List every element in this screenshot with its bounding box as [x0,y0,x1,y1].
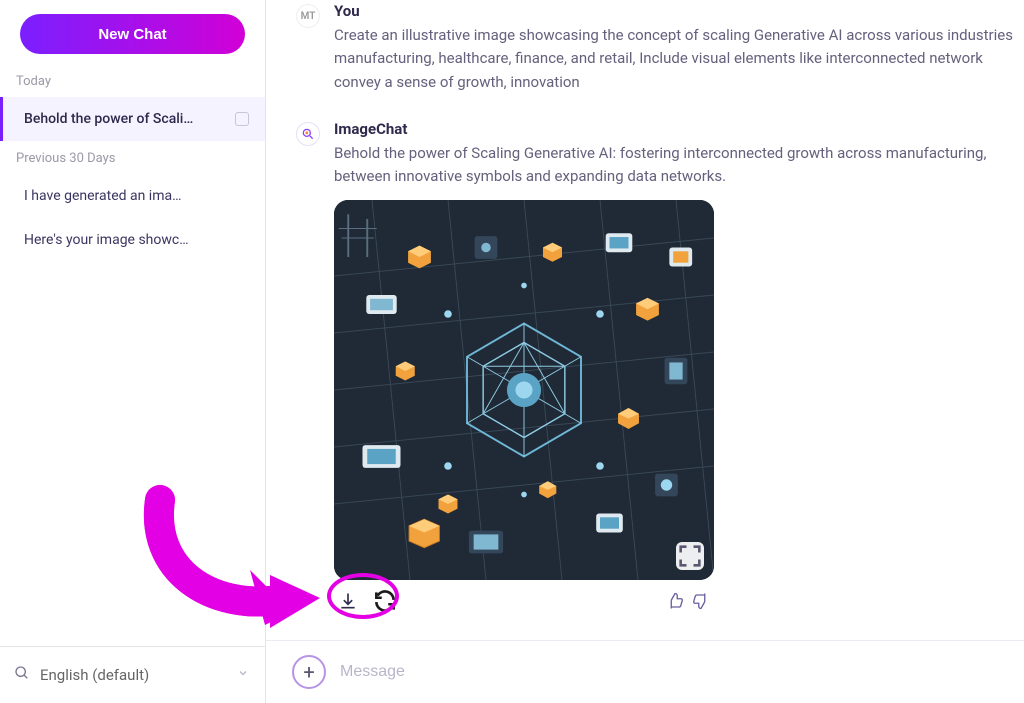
message-input[interactable] [340,663,1004,681]
sidebar-item-active[interactable]: Behold the power of Scali… [0,97,265,141]
expand-icon [676,542,704,570]
message-bot: ImageChat Behold the power of Scaling Ge… [266,118,1024,625]
message-text: Behold the power of Scaling Generative A… [334,142,1024,189]
sidebar-item-label: Here's your image showc… [24,232,189,248]
sidebar-item-label: Behold the power of Scali… [24,111,193,127]
message-text: Create an illustrative image showcasing … [334,24,1024,94]
language-label: English (default) [40,666,149,684]
generated-image-content [334,200,714,580]
image-actions [334,580,714,614]
add-attachment-button[interactable]: + [292,655,326,689]
expand-image-button[interactable] [676,542,704,570]
thumbs-down-button[interactable] [692,592,710,610]
new-chat-button[interactable]: New Chat [20,14,245,54]
sidebar: New Chat Today Behold the power of Scali… [0,0,266,703]
sidebar-item-label: I have generated an ima… [24,188,181,204]
search-icon [14,665,30,685]
message-sender-name: You [334,2,1024,20]
avatar: MT [296,4,320,28]
sidebar-item[interactable]: Here's your image showc… [0,218,265,262]
message-user: MT You Create an illustrative image show… [266,0,1024,104]
section-label-previous: Previous 30 Days [0,141,265,174]
section-label-today: Today [0,64,265,97]
message-list: MT You Create an illustrative image show… [266,0,1024,640]
plus-icon: + [303,660,314,684]
download-button[interactable] [338,591,358,611]
avatar [296,122,320,146]
checkbox-icon[interactable] [235,112,249,126]
main-content: MT You Create an illustrative image show… [266,0,1024,703]
thumbs-up-button[interactable] [666,592,684,610]
regenerate-icon [372,588,398,614]
sidebar-item[interactable]: I have generated an ima… [0,174,265,218]
composer: + [266,640,1024,703]
download-icon [338,591,358,611]
thumbs-up-icon [666,592,684,610]
language-selector[interactable]: English (default) [0,646,265,703]
generated-image[interactable] [334,200,714,580]
message-sender-name: ImageChat [334,120,1024,138]
regenerate-button[interactable] [372,588,398,614]
thumbs-down-icon [692,592,710,610]
chevron-down-icon [237,667,249,683]
